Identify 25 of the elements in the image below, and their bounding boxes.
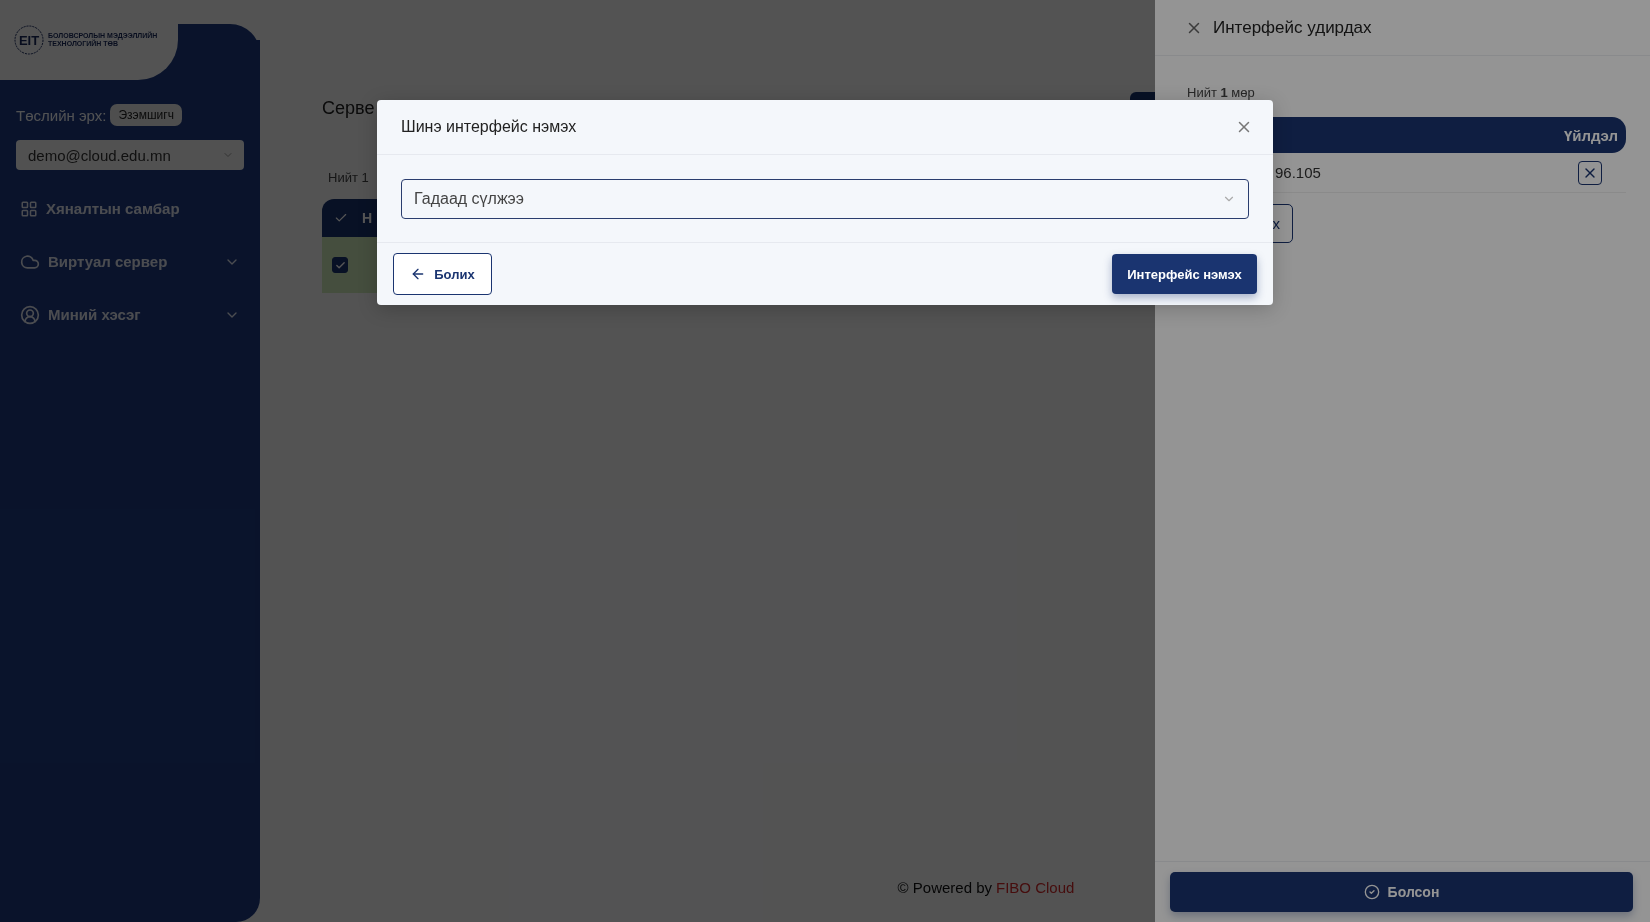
check-icon: [334, 259, 346, 271]
network-select[interactable]: Гадаад сүлжээ: [401, 179, 1249, 219]
nav-item[interactable]: Хяналтын самбар: [16, 182, 244, 235]
done-button[interactable]: Болсон: [1170, 872, 1633, 912]
total-count: Нийт 1 мөр: [1186, 86, 1256, 100]
check-icon: [334, 211, 348, 225]
account-select[interactable]: demo@cloud.edu.mn: [16, 140, 244, 170]
brand-link[interactable]: FIBO Cloud: [996, 878, 1075, 896]
cancel-button[interactable]: Болих: [393, 253, 492, 295]
address-cell: 96.105: [1275, 164, 1321, 181]
submit-button[interactable]: Интерфейс нэмэх: [1112, 254, 1257, 294]
nav-item[interactable]: Виртуал сервер: [16, 235, 244, 288]
powered-by-text: © Powered by: [897, 878, 993, 896]
modal-title: Шинэ интерфейс нэмэх: [401, 118, 577, 136]
nav-item[interactable]: Миний хэсэг: [16, 288, 244, 341]
page-title: Серве: [322, 98, 375, 119]
row-checkbox[interactable]: [332, 257, 348, 273]
user-icon: [20, 304, 40, 325]
drawer-title: Интерфейс удирдах: [1213, 17, 1372, 38]
logo-emblem-icon: EIT: [14, 25, 44, 55]
delete-button[interactable]: [1578, 160, 1602, 185]
check-circle-icon: [1363, 884, 1380, 900]
role-label: Төслийн эрх:: [16, 106, 107, 124]
role-badge: Эзэмшигч: [110, 104, 182, 126]
grid-icon: [20, 199, 38, 218]
